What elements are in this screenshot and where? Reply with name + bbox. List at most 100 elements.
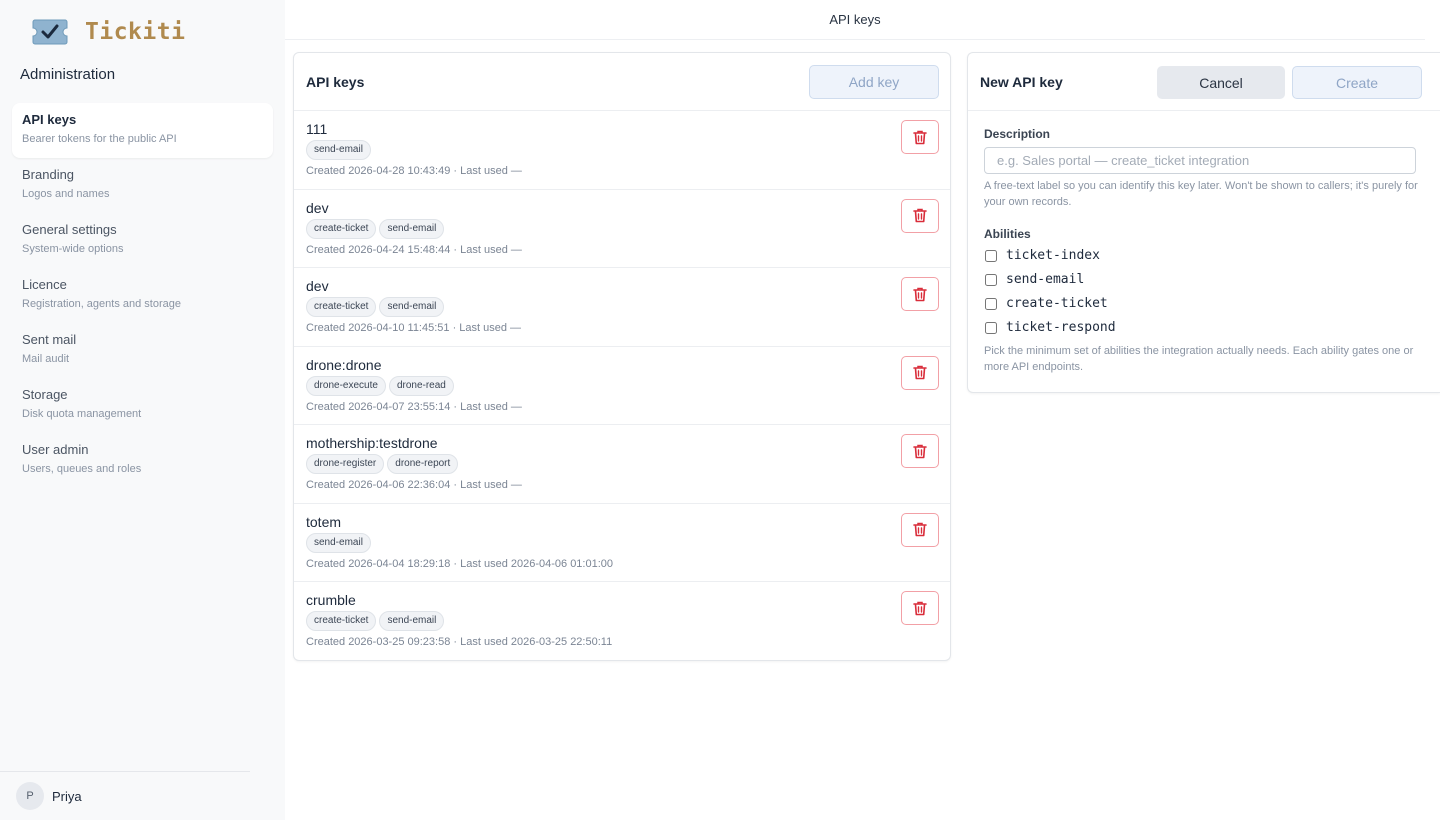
api-key-meta: Created 2026-04-04 18:29:18 · Last used … (306, 557, 614, 570)
api-key-meta: Created 2026-04-06 22:36:04 · Last used … (306, 479, 522, 491)
delete-key-button[interactable] (901, 355, 939, 390)
sidebar-item-sub: Registration, agents and storage (22, 298, 181, 310)
trash-icon (913, 522, 927, 537)
api-key-row: crumble create-ticket send-email Created 20… (294, 582, 950, 661)
sidebar-item-sent-mail[interactable]: Sent mail Mail audit (12, 323, 273, 378)
sidebar-item-sub: Users, queues and roles (22, 463, 142, 475)
api-keys-panel: API keys Add key 111 send-email Created 20… (293, 52, 951, 661)
top-bar: API keys (285, 0, 1425, 40)
sidebar-item-api-keys[interactable]: API keys Bearer tokens for the public AP… (12, 103, 273, 158)
api-key-row: drone:drone drone-execute drone-read Create… (294, 347, 950, 425)
ability-tags: create-ticket send-email (306, 611, 938, 631)
api-key-name: 111 (306, 121, 328, 137)
create-button[interactable]: Create (1292, 66, 1422, 99)
ability-tag: send-email (306, 532, 371, 553)
logo[interactable]: Tickiti (32, 19, 185, 45)
trash-icon (913, 444, 927, 459)
api-keys-title: API keys (306, 74, 365, 90)
avatar: P (16, 782, 44, 810)
new-api-key-title: New API key (980, 74, 1063, 90)
api-key-meta: Created 2026-04-28 10:43:49 · Last used … (306, 165, 522, 177)
ability-tags: create-ticket send-email (306, 297, 938, 317)
api-key-row: dev create-ticket send-email Created 2026-0… (294, 190, 950, 268)
new-api-key-header: New API key Cancel Create (968, 53, 1440, 111)
cancel-button[interactable]: Cancel (1157, 66, 1285, 99)
sidebar-item-user-admin[interactable]: User admin Users, queues and roles (12, 433, 273, 488)
ability-checkbox[interactable] (985, 273, 997, 286)
ability-name: ticket-respond (1006, 320, 1116, 335)
trash-icon (913, 365, 927, 380)
sidebar-item-licence[interactable]: Licence Registration, agents and storage (12, 268, 273, 323)
ability-checkbox[interactable] (985, 321, 997, 334)
sidebar-divider (0, 771, 250, 772)
ability-tags: send-email (306, 140, 938, 160)
new-api-key-panel: New API key Cancel Create Description A … (967, 52, 1440, 393)
ability-tag: drone-execute (306, 375, 386, 396)
section-title: Administration (20, 66, 116, 83)
sidebar-item-label: Sent mail (22, 332, 77, 347)
api-key-name: mothership:testdrone (306, 435, 438, 451)
ability-tag: send-email (379, 218, 445, 239)
api-key-row: dev create-ticket send-email Created 2026-0… (294, 268, 950, 347)
sidebar-item-general-settings[interactable]: General settings System-wide options (12, 213, 273, 268)
ability-name: create-ticket (1006, 296, 1108, 311)
api-key-name: drone:drone (306, 356, 382, 373)
ability-tags: drone-execute drone-read (306, 375, 938, 396)
ticket-check-icon (32, 19, 68, 45)
sidebar-item-label: Branding (22, 167, 75, 182)
delete-key-button[interactable] (901, 120, 939, 154)
user-name: Priya (52, 788, 82, 804)
ability-tag: drone-register (306, 454, 385, 474)
sidebar-item-sub: System-wide options (22, 243, 124, 255)
sidebar-item-label: API keys (22, 112, 77, 127)
ability-tag: send-email (306, 140, 371, 160)
delete-key-button[interactable] (901, 198, 939, 233)
api-key-row: totem send-email Created 2026-04-04 18:29:… (294, 504, 950, 582)
api-key-name: dev (306, 278, 329, 294)
ability-name: send-email (1006, 272, 1085, 287)
sidebar-item-sub: Mail audit (22, 353, 70, 365)
sidebar-item-sub: Disk quota management (22, 408, 142, 420)
api-key-meta: Created 2026-03-25 09:23:58 · Last used … (306, 636, 613, 648)
ability-tag: drone-read (388, 375, 454, 396)
description-label: Description (984, 127, 1051, 141)
description-help: A free-text label so you can identify th… (984, 180, 1418, 208)
sidebar: Tickiti Administration API keys Bearer t… (0, 0, 285, 820)
delete-key-button[interactable] (901, 434, 939, 468)
delete-key-button[interactable] (901, 277, 939, 311)
delete-key-button[interactable] (901, 512, 939, 547)
ability-name: ticket-index (1006, 248, 1100, 263)
ability-tag: create-ticket (306, 218, 377, 239)
ability-ticket-index[interactable]: ticket-index (985, 248, 1100, 263)
app-name: Tickiti (85, 19, 186, 45)
delete-key-button[interactable] (901, 591, 939, 625)
description-input[interactable] (984, 147, 1416, 174)
api-key-row: mothership:testdrone drone-register drone-… (294, 425, 950, 504)
sidebar-item-sub: Logos and names (22, 188, 110, 200)
api-key-meta: Created 2026-04-24 15:48:44 · Last used … (306, 243, 522, 256)
ability-checkbox[interactable] (985, 249, 997, 262)
add-key-button[interactable]: Add key (809, 65, 939, 99)
api-key-name: dev (306, 199, 329, 216)
ability-create-ticket[interactable]: create-ticket (985, 296, 1108, 311)
ability-tag: send-email (379, 297, 445, 317)
sidebar-item-storage[interactable]: Storage Disk quota management (12, 378, 273, 433)
sidebar-item-label: User admin (22, 442, 89, 457)
ability-ticket-respond[interactable]: ticket-respond (985, 320, 1116, 335)
user-menu[interactable]: P Priya (16, 782, 82, 810)
trash-icon (913, 287, 927, 302)
ability-tags: create-ticket send-email (306, 218, 938, 239)
ability-tag: create-ticket (306, 611, 377, 631)
trash-icon (913, 601, 927, 616)
api-key-meta: Created 2026-04-10 11:45:51 · Last used … (306, 322, 522, 334)
abilities-label: Abilities (984, 227, 1031, 241)
sidebar-item-branding[interactable]: Branding Logos and names (12, 158, 273, 213)
ability-checkbox[interactable] (985, 297, 997, 310)
ability-tag: drone-report (387, 454, 459, 474)
sidebar-item-label: Storage (22, 387, 68, 402)
ability-tag: send-email (379, 611, 445, 631)
abilities-help: Pick the minimum set of abilities the in… (984, 345, 1414, 373)
sidebar-item-label: General settings (22, 222, 117, 237)
api-key-list: 111 send-email Created 2026-04-28 10:43:49… (294, 111, 950, 661)
ability-send-email[interactable]: send-email (985, 272, 1084, 287)
